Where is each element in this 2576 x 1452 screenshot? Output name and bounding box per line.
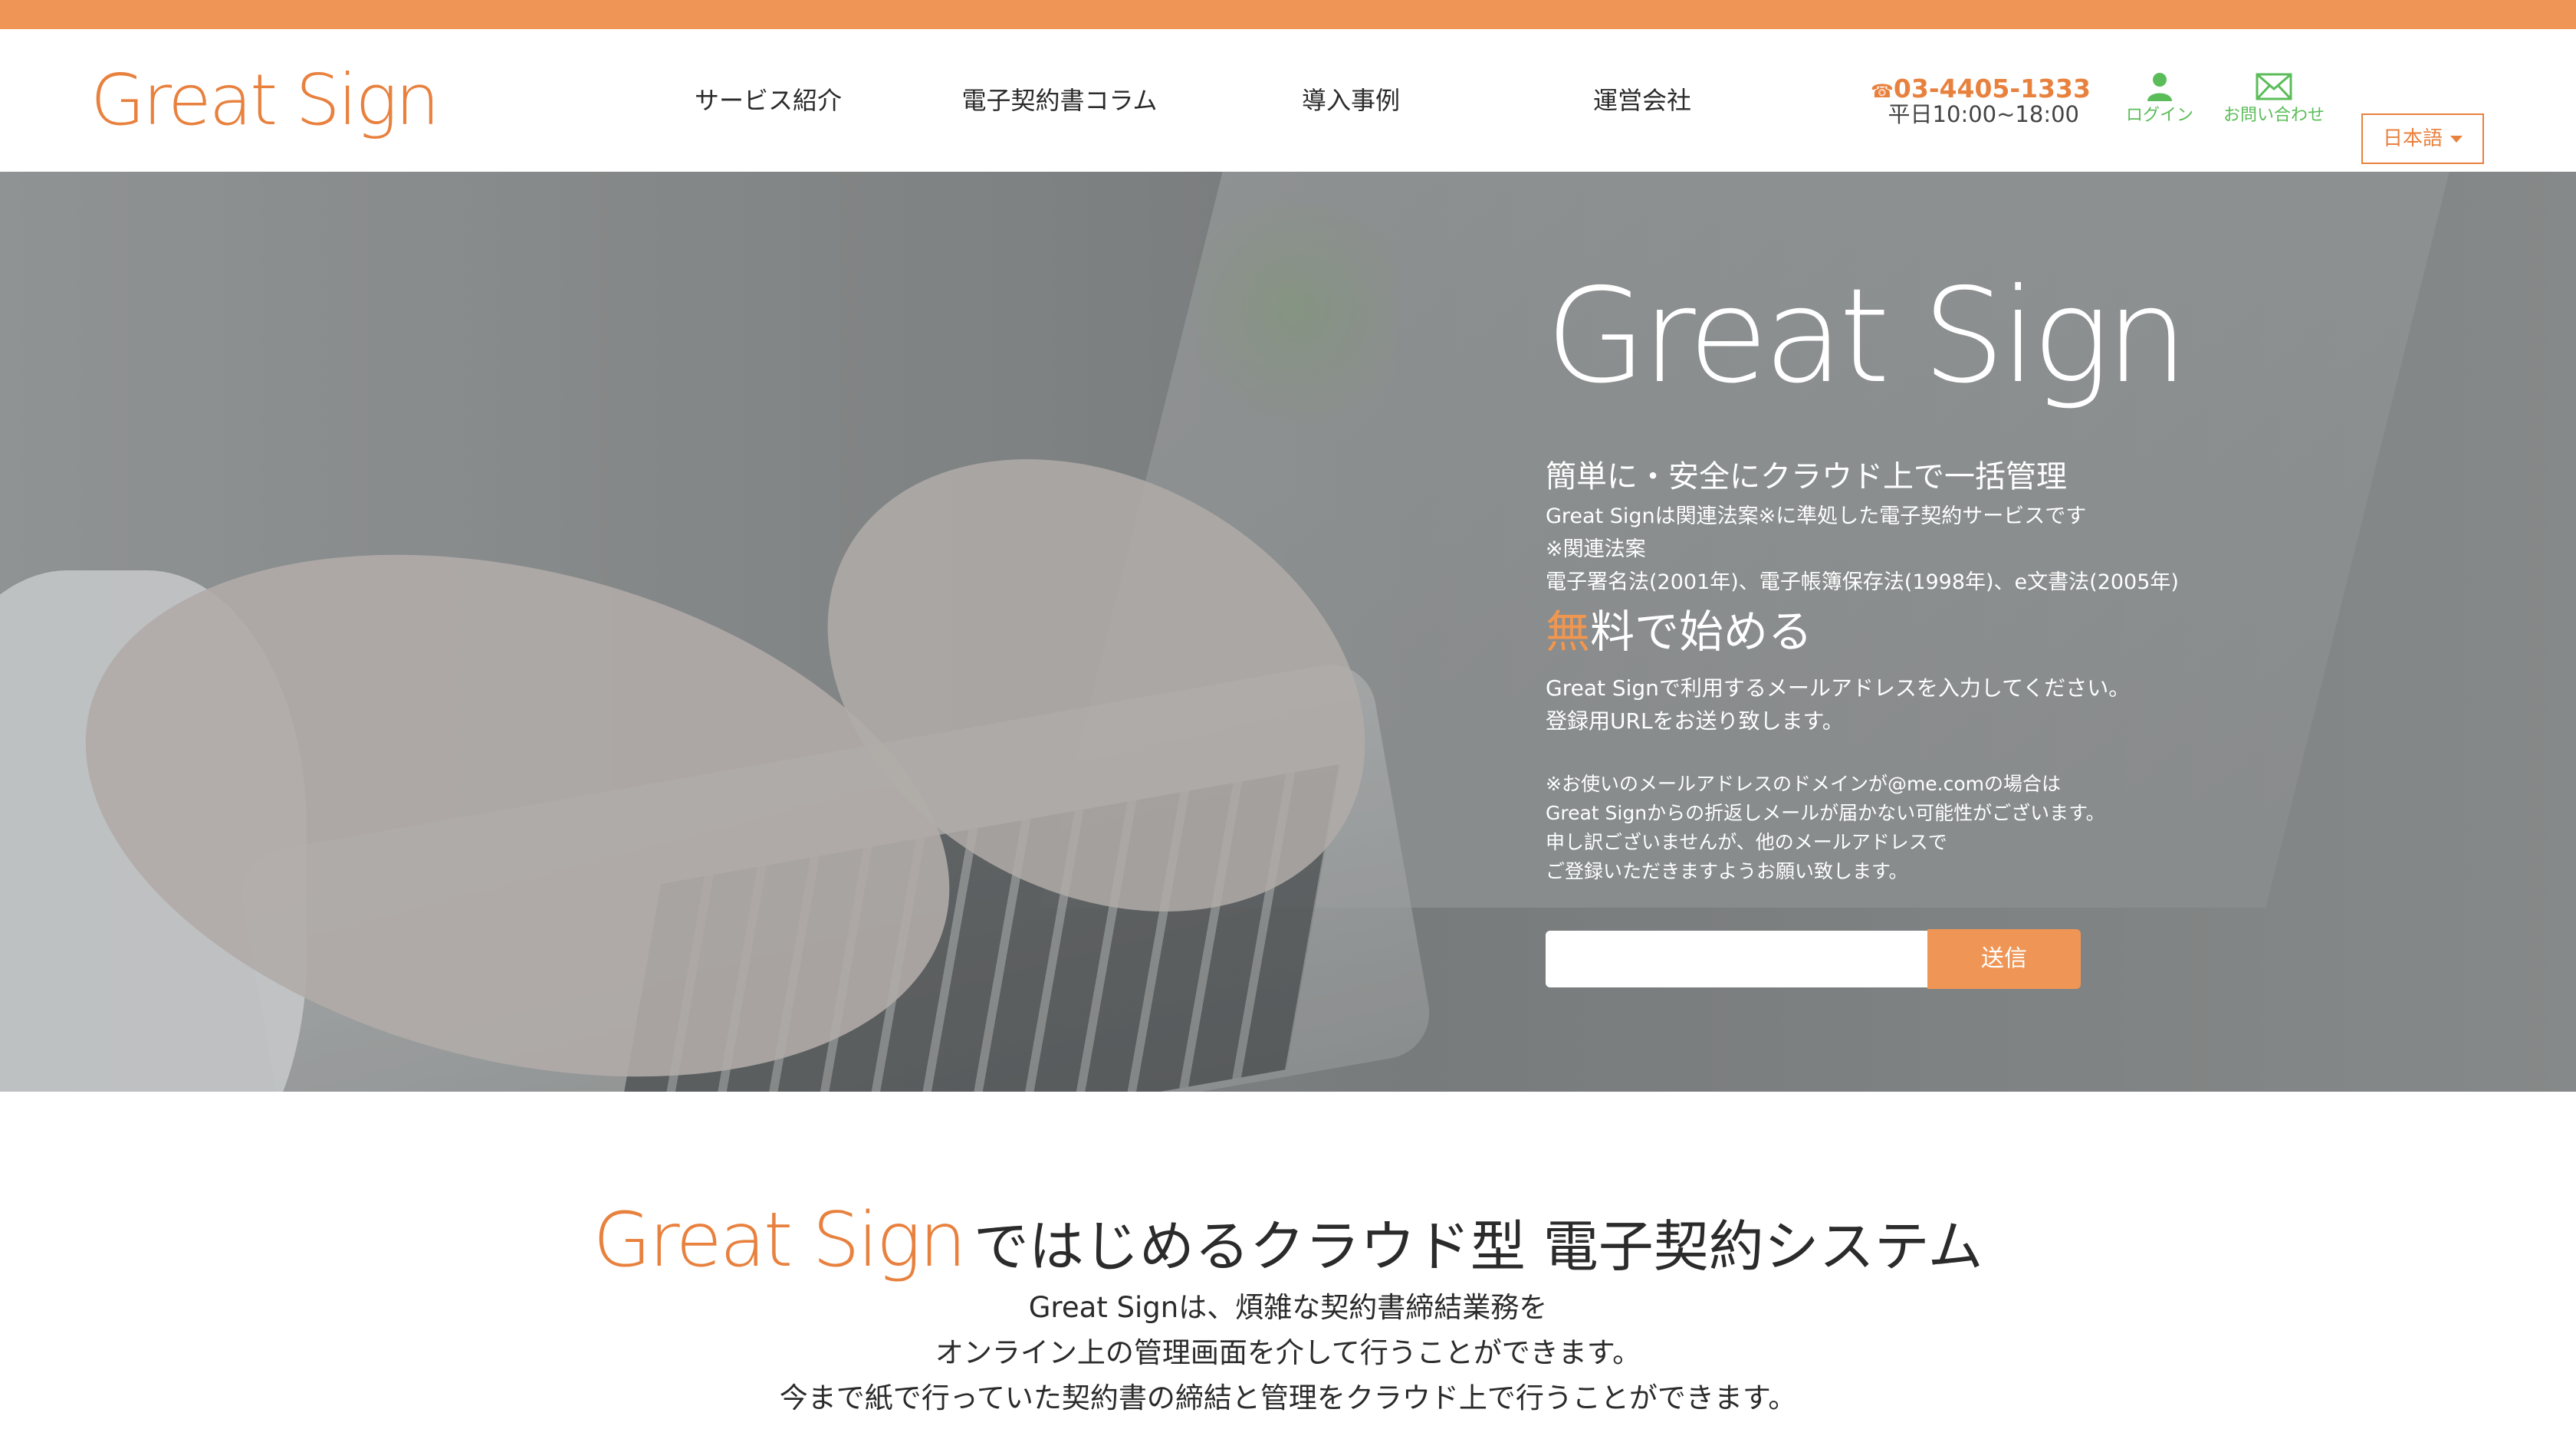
section-title: Great Sign ではじめるクラウド型 電子契約システム <box>0 1196 2576 1286</box>
hero-section: Great Sign 簡単に・安全にクラウド上で一括管理 Great Signは… <box>0 172 2576 1092</box>
signup-intro-line: 登録用URLをお送り致します。 <box>1546 708 1844 734</box>
hero-overlay <box>0 172 2576 1092</box>
domain-notice-line: Great Signからの折返しメールが届かない可能性がございます。 <box>1546 802 2105 824</box>
nav-item-column[interactable]: 電子契約書コラム <box>937 86 1182 115</box>
section-description-line: オンライン上の管理画面を介して行うことができます。 <box>935 1336 1641 1369</box>
mail-icon <box>2256 73 2292 100</box>
language-select[interactable]: 日本語 <box>2361 113 2484 164</box>
free-start-rest: 料で始める <box>1590 606 1813 658</box>
submit-button[interactable]: 送信 <box>1927 929 2081 989</box>
section-title-logo: Great Sign <box>593 1197 966 1284</box>
nav-item-case-studies[interactable]: 導入事例 <box>1228 86 1474 115</box>
hero-logo: Great Sign <box>1546 261 2188 412</box>
domain-notice-line: ※お使いのメールアドレスのドメインが@me.comの場合は <box>1546 773 2062 795</box>
domain-notice-line: 申し訳ございませんが、他のメールアドレスで <box>1546 831 1947 853</box>
free-start-heading: 無料で始める <box>1546 606 1812 659</box>
law-notes: Great Signは関連法案※に準処した電子契約サービスです ※関連法案 電子… <box>1546 500 2179 599</box>
site-logo[interactable]: Great Sign <box>90 58 440 143</box>
site-header: Great Sign サービス紹介 電子契約書コラム 導入事例 運営会社 ☎03… <box>0 29 2576 172</box>
login-link[interactable]: ログイン <box>2118 72 2202 126</box>
law-note-line: Great Signは関連法案※に準処した電子契約サービスです <box>1546 504 2087 528</box>
contact-link[interactable]: お問い合わせ <box>2214 72 2334 126</box>
section-description: Great Signは、煩雑な契約書締結業務を オンライン上の管理画面を介して行… <box>0 1285 2576 1421</box>
top-accent-bar <box>0 0 2576 29</box>
business-hours: 平日10:00~18:00 <box>1888 101 2079 128</box>
section-title-text: ではじめるクラウド型 電子契約システム <box>973 1214 1983 1279</box>
login-label: ログイン <box>2125 106 2193 125</box>
law-note-line: ※関連法案 <box>1546 537 1646 561</box>
hero-tagline: 簡単に・安全にクラウド上で一括管理 <box>1546 459 2067 494</box>
person-icon <box>2147 73 2172 101</box>
domain-notice: ※お使いのメールアドレスのドメインが@me.comの場合は Great Sign… <box>1546 770 2105 886</box>
phone-number[interactable]: ☎03-4405-1333 <box>1871 74 2091 103</box>
signup-intro-line: Great Signで利用するメールアドレスを入力してください。 <box>1546 675 2131 701</box>
law-note-line: 電子署名法(2001年)、電子帳簿保存法(1998年)、e文書法(2005年) <box>1546 570 2179 594</box>
signup-intro: Great Signで利用するメールアドレスを入力してください。 登録用URLを… <box>1546 672 2130 737</box>
domain-notice-line: ご登録いただきますようお願い致します。 <box>1546 860 1908 882</box>
phone-icon: ☎ <box>1871 80 1894 102</box>
language-label: 日本語 <box>2382 127 2443 150</box>
section-description-line: Great Signは、煩雑な契約書締結業務を <box>1028 1291 1548 1324</box>
phone-block: ☎03-4405-1333 平日10:00~18:00 <box>1871 74 2091 128</box>
phone-number-text: 03-4405-1333 <box>1893 74 2091 103</box>
contact-label: お問い合わせ <box>2223 106 2325 125</box>
section-description-line: 今まで紙で行っていた契約書の締結と管理をクラウド上で行うことができます。 <box>779 1381 1797 1414</box>
chevron-down-icon <box>2450 136 2463 143</box>
email-input[interactable] <box>1546 931 1929 987</box>
nav-item-company[interactable]: 運営会社 <box>1520 86 1765 115</box>
nav-item-services[interactable]: サービス紹介 <box>646 86 891 115</box>
free-start-first-char: 無 <box>1546 606 1591 658</box>
